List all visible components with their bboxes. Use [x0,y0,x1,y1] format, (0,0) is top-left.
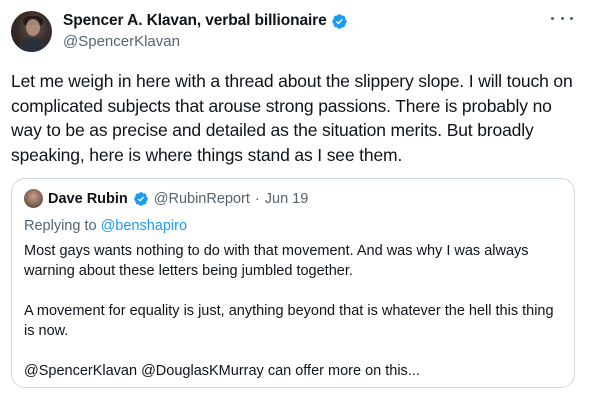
tweet: Spencer A. Klavan, verbal billionaire @S… [0,0,589,401]
quoted-tweet-header: Dave Rubin @RubinReport · Jun 19 [24,189,308,208]
quoted-paragraph: Most gays wants nothing to do with that … [24,243,529,279]
separator-dot: · [254,190,260,207]
quoted-author-handle[interactable]: @RubinReport [154,191,250,207]
author-avatar[interactable] [11,11,52,52]
quoted-author-avatar[interactable] [24,189,43,208]
tweet-text: Let me weigh in here with a thread about… [11,71,573,165]
quoted-paragraph: @SpencerKlavan @DouglasKMurray can offer… [24,363,420,379]
verified-badge-icon [331,13,347,29]
quoted-author-name[interactable]: Dave Rubin [48,191,128,207]
quoted-paragraph: A movement for equality is just, anythin… [24,303,554,339]
quoted-tweet-text: Most gays wants nothing to do with that … [24,241,564,381]
author-display-name[interactable]: Spencer A. Klavan, verbal billionaire [63,12,327,30]
quoted-tweet[interactable]: Dave Rubin @RubinReport · Jun 19 Replyin… [11,178,575,388]
quoted-tweet-date[interactable]: Jun 19 [265,191,309,207]
author-name-row: Spencer A. Klavan, verbal billionaire [63,12,348,30]
replying-to-mention[interactable]: @benshapiro [101,218,187,234]
verified-badge-icon [133,191,148,206]
author-handle[interactable]: @SpencerKlavan [63,33,180,50]
replying-to: Replying to @benshapiro [24,218,187,234]
more-options-icon[interactable] [551,11,573,25]
replying-to-label: Replying to [24,218,97,234]
